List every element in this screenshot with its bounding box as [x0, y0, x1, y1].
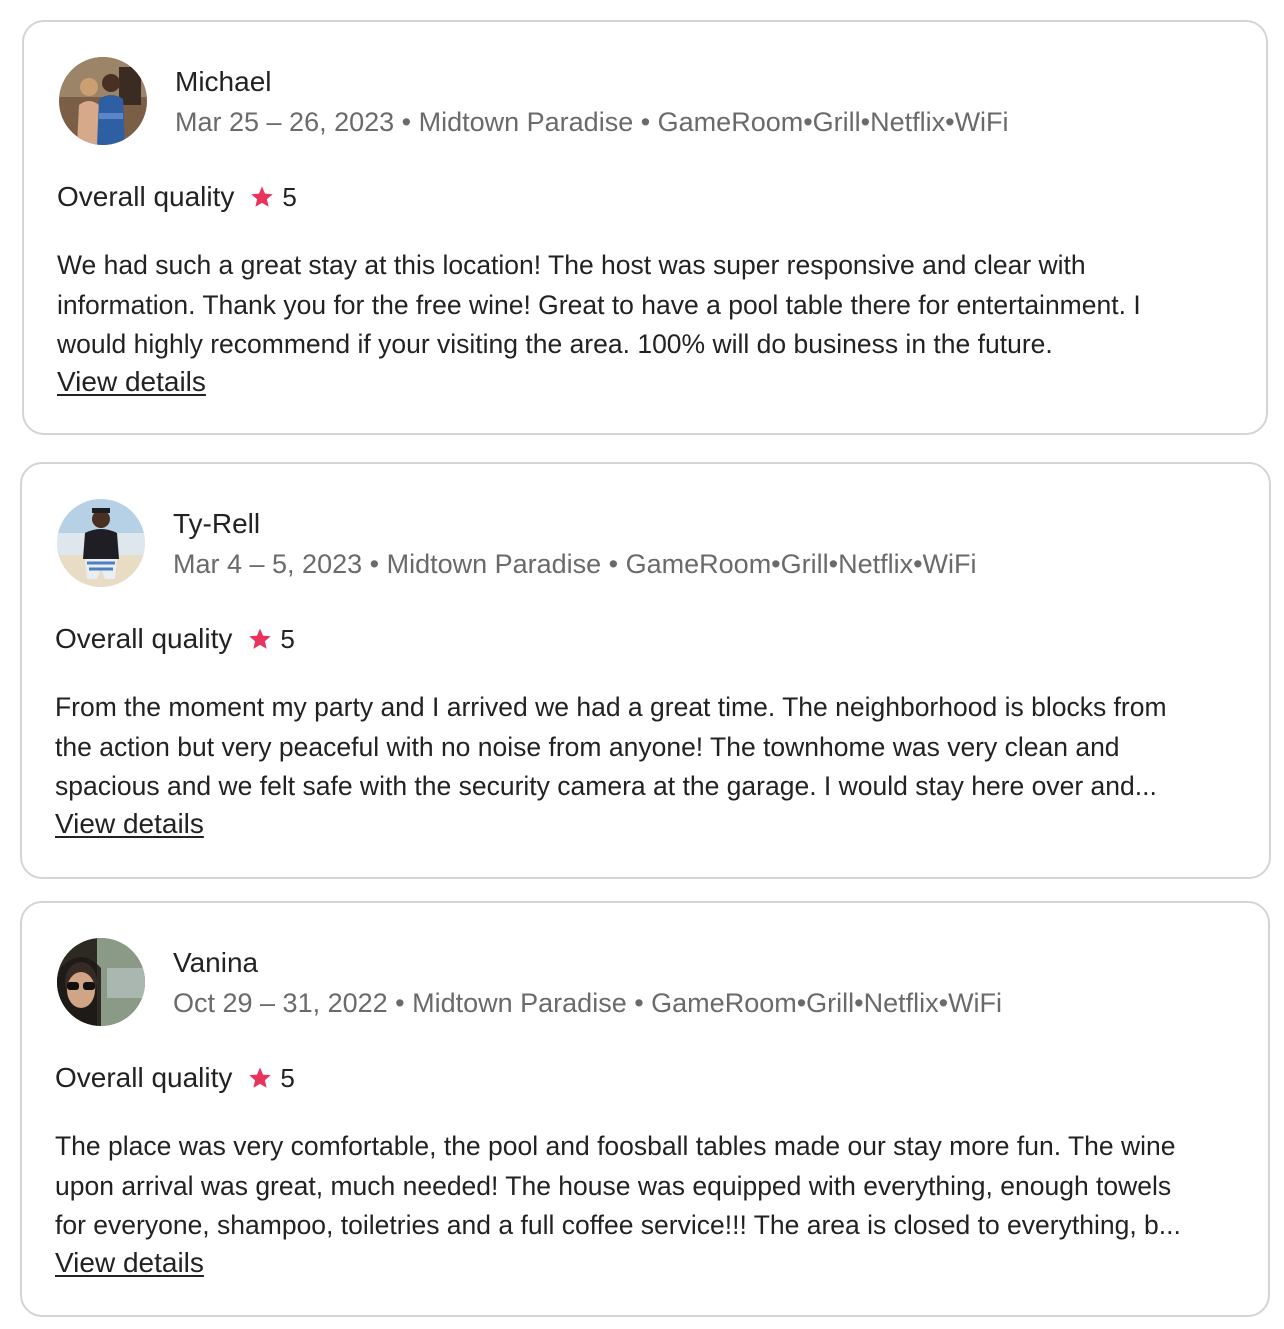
stay-details: Mar 4 – 5, 2023 • Midtown Paradise • Gam…: [173, 549, 977, 579]
reviewer-name: Ty-Rell: [173, 508, 261, 539]
review-text-line: upon arrival was great, much needed! The…: [55, 1170, 1172, 1201]
star-icon: [250, 185, 274, 209]
rating-row: Overall quality 5: [55, 622, 295, 656]
review-text: We had such a great stay at this locatio…: [57, 246, 1237, 365]
reviewer-avatar[interactable]: [57, 499, 145, 587]
stay-details: Mar 25 – 26, 2023 • Midtown Paradise • G…: [175, 107, 1009, 137]
review-card: Ty-Rell Mar 4 – 5, 2023 • Midtown Paradi…: [20, 462, 1271, 879]
star-icon: [248, 627, 272, 651]
rating-row: Overall quality 5: [55, 1061, 295, 1095]
view-details-link[interactable]: View details: [55, 1245, 204, 1281]
reviewer-name: Michael: [175, 66, 272, 97]
rating-value: 5: [280, 1063, 295, 1093]
stay-details: Oct 29 – 31, 2022 • Midtown Paradise • G…: [173, 988, 1003, 1018]
reviewer-name: Vanina: [173, 947, 259, 978]
review-card: Vanina Oct 29 – 31, 2022 • Midtown Parad…: [20, 901, 1270, 1317]
rating-label: Overall quality: [55, 623, 233, 654]
review-text-line: information. Thank you for the free wine…: [57, 289, 1141, 320]
rating-row: Overall quality 5: [57, 180, 297, 214]
rating-label: Overall quality: [55, 1062, 233, 1093]
review-text-line: From the moment my party and I arrived w…: [55, 692, 1167, 722]
review-text-line: We had such a great stay at this locatio…: [57, 250, 1086, 280]
review-text-line: spacious and we felt safe with the secur…: [55, 771, 1157, 801]
review-text-line: would highly recommend if your visiting …: [57, 329, 1053, 359]
rating-label: Overall quality: [57, 181, 235, 212]
view-details-link[interactable]: View details: [55, 806, 204, 842]
review-text: From the moment my party and I arrived w…: [55, 688, 1235, 807]
review-text-line: for everyone, shampoo, toiletries and a …: [55, 1210, 1181, 1240]
rating-value: 5: [280, 624, 295, 654]
review-text-line: The place was very comfortable, the pool…: [55, 1131, 1176, 1161]
review-card: Michael Mar 25 – 26, 2023 • Midtown Para…: [22, 20, 1268, 435]
reviewer-avatar[interactable]: [59, 57, 147, 145]
review-text-line: the action but very peaceful with no noi…: [55, 731, 1120, 762]
review-text: The place was very comfortable, the pool…: [55, 1127, 1235, 1246]
reviewer-avatar[interactable]: [57, 938, 145, 1026]
view-details-link[interactable]: View details: [57, 364, 206, 400]
star-icon: [248, 1066, 272, 1090]
rating-value: 5: [282, 182, 297, 212]
